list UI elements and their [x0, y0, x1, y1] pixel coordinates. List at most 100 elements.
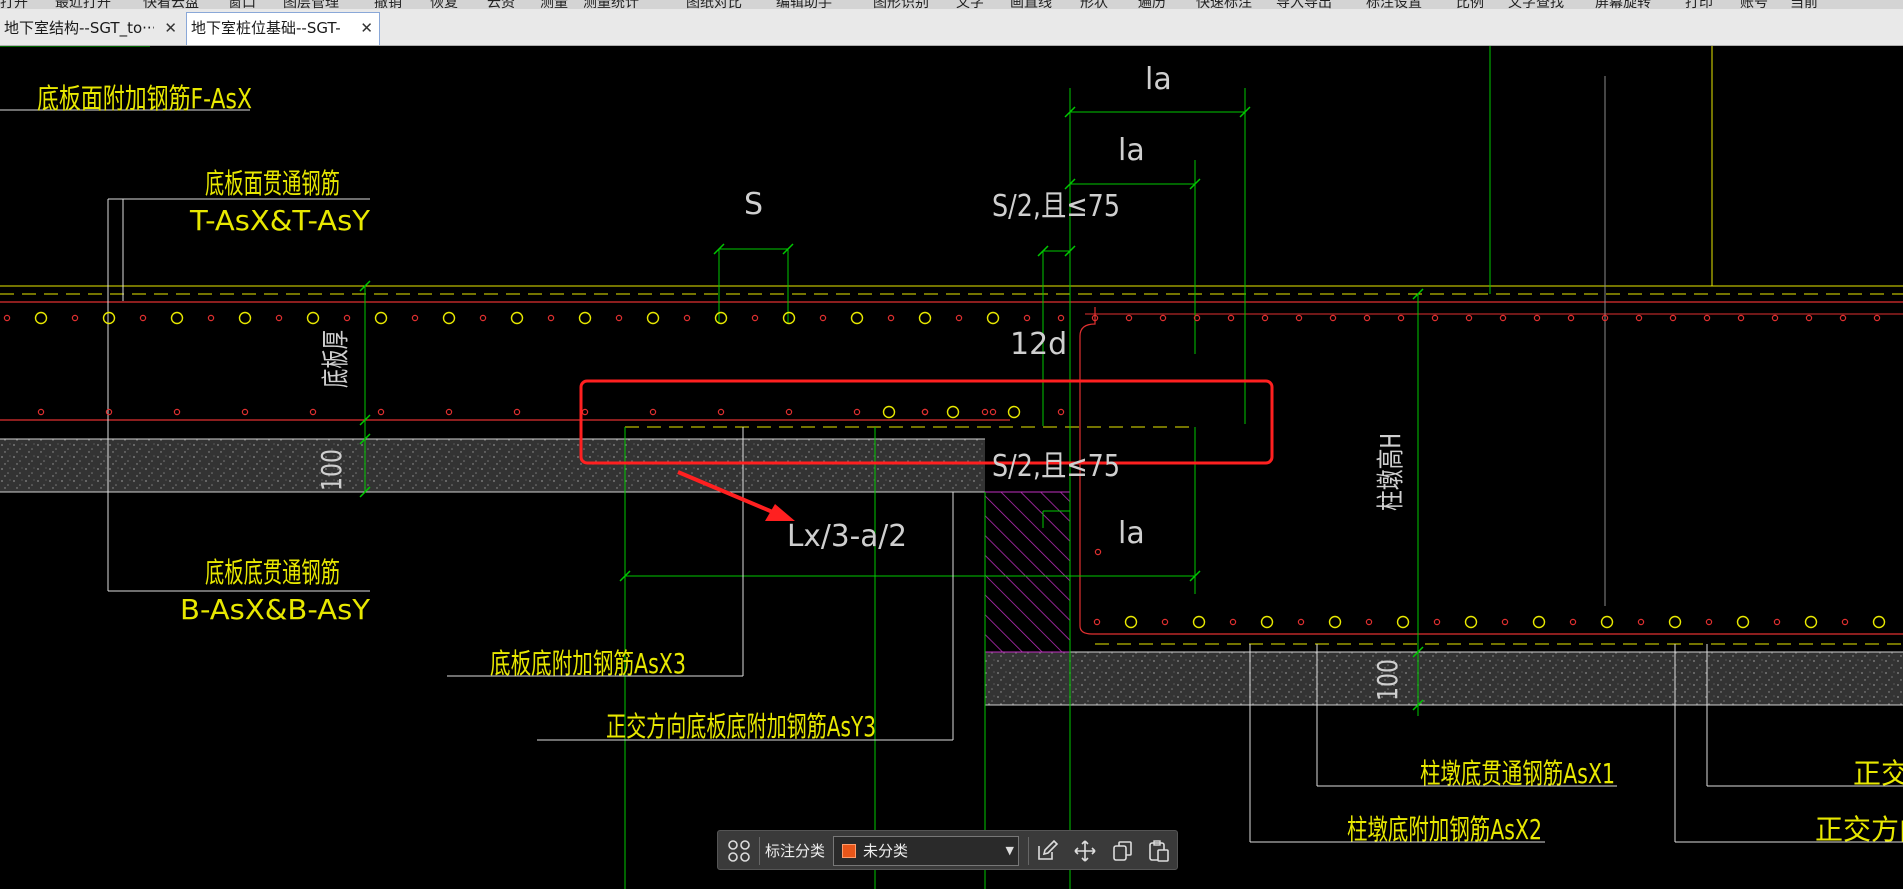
close-icon[interactable]: ✕	[164, 13, 177, 43]
rebar-circle	[1125, 314, 1133, 322]
rebar-circle	[1365, 618, 1373, 626]
rebar-circle	[1124, 615, 1138, 629]
rebar-circle	[1431, 314, 1439, 322]
rebar-circle	[887, 314, 895, 322]
rebar-circle	[411, 314, 419, 322]
rebar-circle	[1773, 618, 1781, 626]
rebar-circle	[646, 311, 660, 325]
rebar-circle	[1094, 548, 1102, 556]
rebar-circle	[238, 311, 252, 325]
rebar-circle	[1260, 615, 1274, 629]
rebar-circle	[850, 311, 864, 325]
label-slab-bottom-extra: 底板底附加钢筋AsX3	[490, 647, 686, 680]
chevron-down-icon: ▼	[1005, 844, 1014, 857]
rebar-circle	[34, 311, 48, 325]
rebar-circle	[955, 314, 963, 322]
rebar-circle	[1533, 314, 1541, 322]
annotation-category-label: 标注分类	[765, 842, 826, 860]
rebar-circle	[986, 311, 1000, 325]
label-orth-bottom-extra: 正交方向底板底附加钢筋AsY3	[606, 710, 876, 743]
tab-document-pile-foundation[interactable]: 地下室桩位基础--SGT- ✕	[186, 12, 380, 45]
rebar-circle	[1637, 618, 1645, 626]
rebar-circle	[1363, 314, 1371, 322]
tab-document-structure[interactable]: 地下室结构--SGT_to··· ✕	[0, 13, 183, 43]
label-la-2: la	[1118, 133, 1145, 168]
rebar-circle	[1569, 618, 1577, 626]
label-right-partial-1: 正交方	[1853, 757, 1903, 790]
rebar-circle	[510, 311, 524, 325]
rebar-circle	[173, 408, 181, 416]
rebar-circle	[1464, 615, 1478, 629]
move-icon[interactable]	[1073, 839, 1097, 863]
rebar-circle	[1227, 314, 1235, 322]
rebar-circle	[1567, 314, 1575, 322]
rebar-circle	[442, 311, 456, 325]
category-color-swatch	[842, 844, 856, 858]
close-icon[interactable]: ✕	[360, 13, 373, 43]
label-slab-top-through-code: T-AsX&T-AsY	[189, 204, 371, 237]
paste-icon[interactable]	[1147, 839, 1171, 863]
rebar-circle	[1873, 314, 1881, 322]
annotation-category-select[interactable]: 未分类 ▼	[833, 836, 1019, 866]
rebar-circle	[751, 314, 759, 322]
rebar-circle	[1093, 618, 1101, 626]
label-slab-thickness: 底板厚	[319, 330, 352, 388]
rebar-circle	[1007, 405, 1021, 419]
rebar-circle	[374, 311, 388, 325]
rebar-circle	[1669, 314, 1677, 322]
label-lx-formula: Lx/3-a/2	[787, 519, 907, 554]
tab-bar: 地下室结构--SGT_to··· ✕ 地下室桩位基础--SGT- ✕	[0, 9, 1903, 46]
rebar-circle	[1532, 615, 1546, 629]
rebar-circle	[1499, 314, 1507, 322]
label-slab-top-through: 底板面贯通钢筋	[205, 167, 340, 200]
rebar-circle	[1839, 314, 1847, 322]
rebar-circle	[581, 408, 589, 416]
rebar-circle	[1159, 314, 1167, 322]
rebar-circle	[207, 314, 215, 322]
rebar-circle	[513, 408, 521, 416]
rebar-circle	[445, 408, 453, 416]
rebar-circle	[1229, 618, 1237, 626]
concrete-band-right	[985, 652, 1903, 705]
label-slab-top-extra: 底板面附加钢筋F-AsX	[37, 82, 252, 115]
rebar-circle	[1841, 618, 1849, 626]
cap-rebar-circles	[1093, 615, 1886, 629]
drawing-canvas[interactable]: 底板面附加钢筋F-AsX 底板面贯通钢筋 T-AsX&T-AsY 底板底贯通钢筋…	[0, 46, 1903, 889]
grid-icon[interactable]	[727, 839, 751, 863]
rebar-circle	[1396, 615, 1410, 629]
rebar-circle	[918, 311, 932, 325]
rebar-circle	[1705, 618, 1713, 626]
label-spacing-s: S	[744, 187, 763, 222]
label-la-1: la	[1145, 62, 1172, 97]
label-slab-bottom-through: 底板底贯通钢筋	[205, 556, 340, 589]
rebar-circle	[479, 314, 487, 322]
concrete-band-left	[0, 439, 985, 492]
rebar-circle	[683, 314, 691, 322]
rebar-circle	[37, 408, 45, 416]
rebar-circle	[1465, 314, 1473, 322]
rebar-circle	[1192, 615, 1206, 629]
rebar-circle	[1600, 615, 1614, 629]
rebar-circle	[547, 314, 555, 322]
copy-icon[interactable]	[1111, 839, 1135, 863]
rebar-circle	[853, 408, 861, 416]
rebar-circle	[1771, 314, 1779, 322]
rebar-circle	[1295, 314, 1303, 322]
rebar-circle	[1161, 618, 1169, 626]
rebar-circle	[989, 408, 997, 416]
rebar-circle	[377, 408, 385, 416]
rebar-circle	[1397, 314, 1405, 322]
edit-icon[interactable]	[1035, 839, 1059, 863]
rebar-circle	[1023, 314, 1031, 322]
rebar-circle	[309, 408, 317, 416]
hatched-column	[984, 491, 1071, 653]
rebar-circle	[882, 405, 896, 419]
rebar-circle	[1261, 314, 1269, 322]
rebar-circle	[139, 314, 147, 322]
rebar-circle	[1872, 615, 1886, 629]
label-cap-bottom-through: 柱墩底贯通钢筋AsX1	[1420, 757, 1615, 790]
annotation-toolbar: 标注分类 未分类 ▼	[717, 830, 1178, 870]
rebar-circle	[1433, 618, 1441, 626]
rebar-circle	[946, 405, 960, 419]
rebar-circle	[102, 311, 116, 325]
